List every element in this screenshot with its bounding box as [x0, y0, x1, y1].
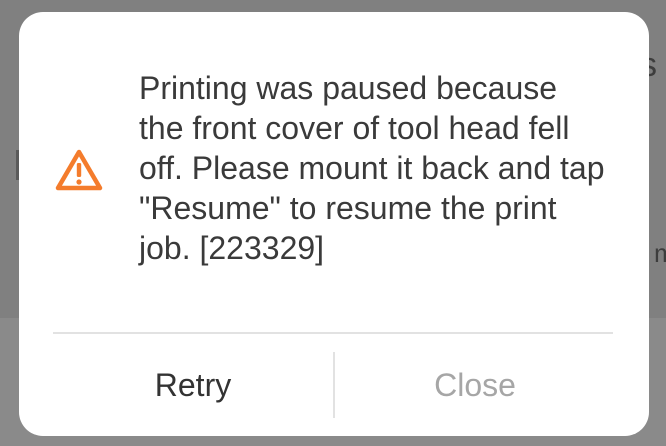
- dialog-divider: [53, 332, 613, 334]
- background-partial-text: m: [654, 238, 666, 268]
- warning-triangle-icon: [55, 149, 103, 191]
- retry-button[interactable]: Retry: [53, 352, 333, 418]
- close-button[interactable]: Close: [335, 352, 615, 418]
- alert-dialog: Printing was paused because the front co…: [19, 12, 649, 436]
- alert-message: Printing was paused because the front co…: [139, 70, 605, 266]
